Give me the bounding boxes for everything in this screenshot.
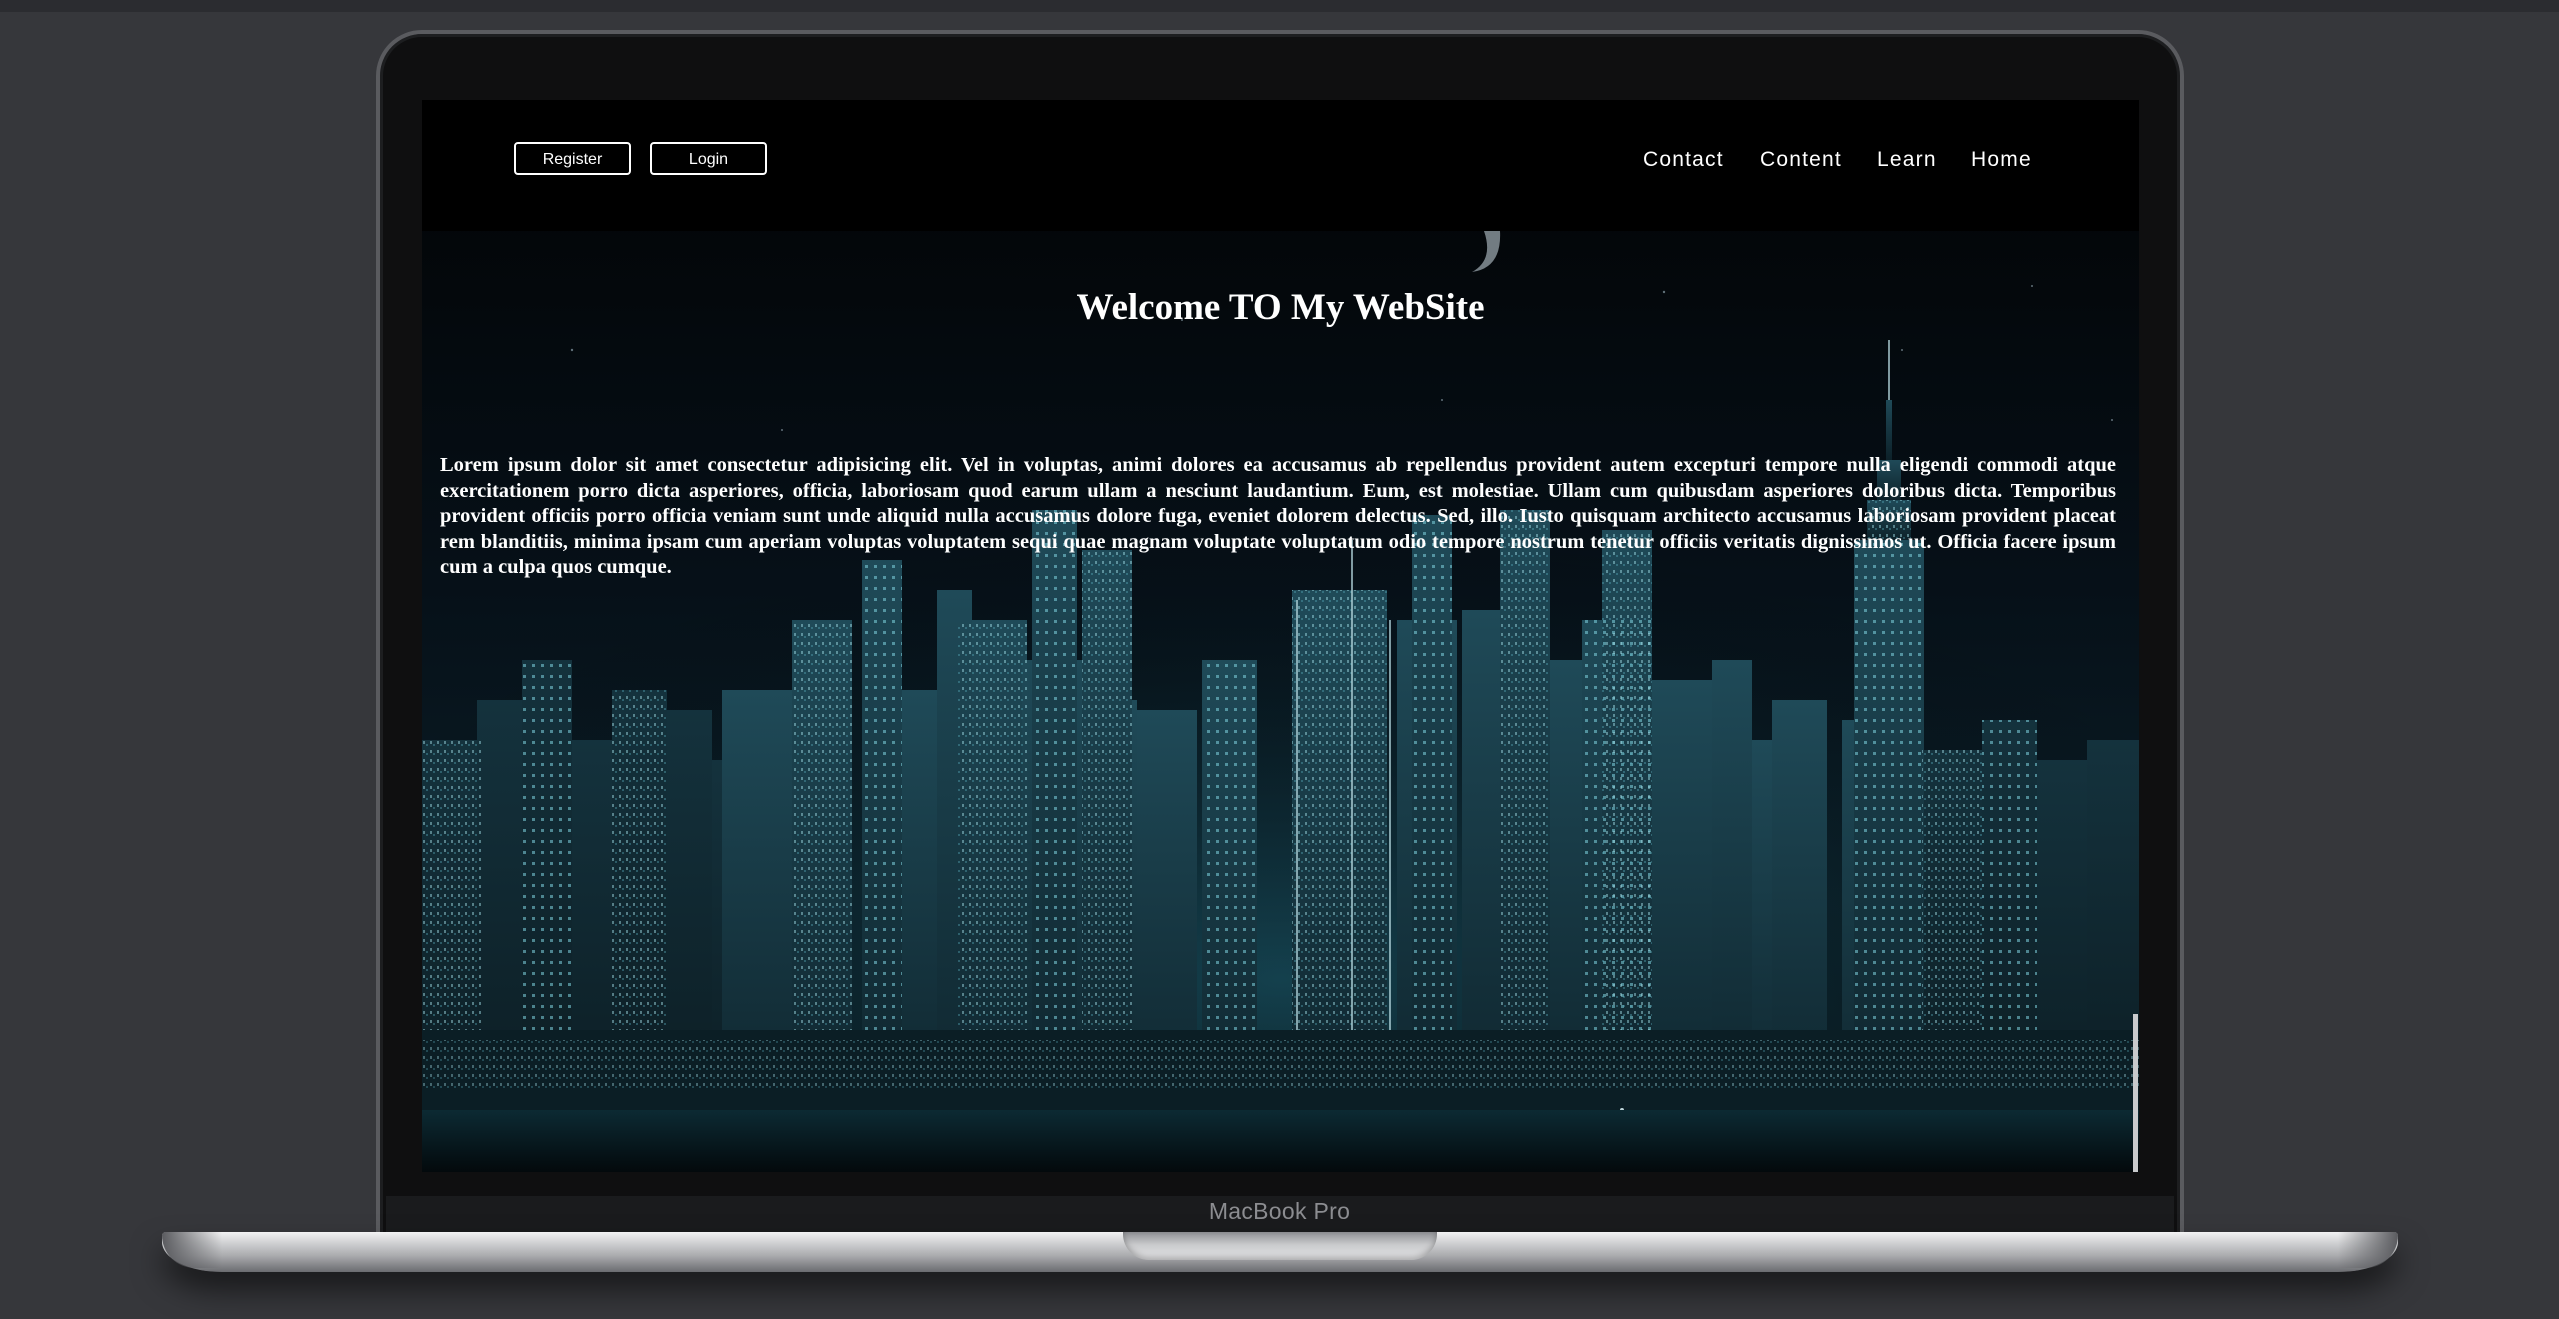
laptop-opening-notch [1123,1232,1437,1260]
nav-link-learn[interactable]: Learn [1877,146,1937,174]
browser-top-strip [0,0,2559,12]
night-city-skyline-image [422,100,2139,1172]
nav-links: Contact Content Learn Home [422,146,2139,174]
website-screen: Register Login Contact Content Learn Hom… [422,100,2139,1172]
nav-link-contact[interactable]: Contact [1643,146,1724,174]
nav-link-home[interactable]: Home [1971,146,2032,174]
page-title: Welcome TO My WebSite [1076,287,1485,328]
device-brand-label: MacBook Pro [1208,1198,1351,1224]
intro-paragraph: Lorem ipsum dolor sit amet consectetur a… [440,454,2116,578]
nav-link-content[interactable]: Content [1760,146,1842,174]
scrollbar-thumb[interactable] [2133,1014,2138,1172]
